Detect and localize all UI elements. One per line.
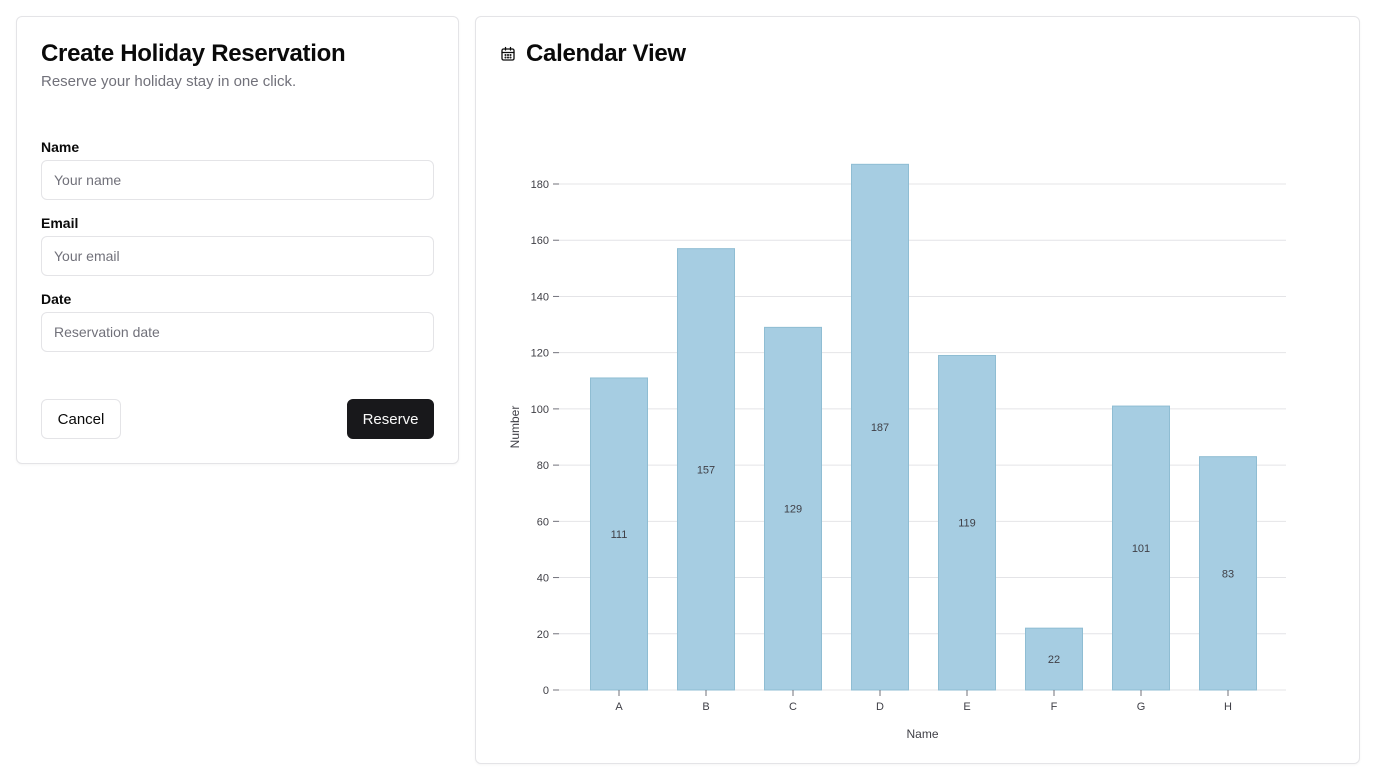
name-input[interactable]	[41, 160, 434, 200]
date-label: Date	[41, 291, 72, 307]
y-tick-label: 20	[537, 629, 549, 641]
y-tick-label: 80	[537, 460, 549, 472]
calendar-view-card: Calendar View 0 20 40 60 80 100 120 140 160 180 1…	[475, 16, 1360, 764]
name-label: Name	[41, 139, 80, 155]
bar-value-label: 83	[1222, 568, 1234, 580]
reservation-form-card: Create Holiday Reservation Reserve your …	[16, 16, 459, 464]
x-tick-label: E	[963, 701, 970, 713]
x-tick-label: C	[789, 701, 797, 713]
y-tick-label: 180	[531, 179, 549, 191]
y-tick-label: 100	[531, 404, 549, 416]
bar-value-label: 22	[1048, 654, 1060, 666]
y-tick-label: 0	[543, 685, 549, 697]
bar-value-label: 119	[958, 518, 976, 530]
x-axis: A B C D E F G H	[615, 690, 1232, 713]
reserve-button[interactable]: Reserve	[347, 399, 434, 439]
form-title: Create Holiday Reservation	[41, 40, 346, 67]
bar-value-label: 111	[611, 529, 628, 541]
x-tick-label: A	[615, 701, 623, 713]
bar-value-label: 101	[1132, 543, 1150, 555]
x-tick-label: B	[702, 701, 709, 713]
x-tick-label: H	[1224, 701, 1232, 713]
x-tick-label: G	[1137, 701, 1146, 713]
y-tick-label: 140	[531, 291, 549, 303]
bar-chart: 0 20 40 60 80 100 120 140 160 180 111 157 129 187 119…	[508, 163, 1286, 741]
y-axis-title: Number	[508, 406, 522, 449]
y-tick-label: 60	[537, 516, 549, 528]
bar-value-label: 187	[871, 422, 889, 434]
y-axis: 0 20 40 60 80 100 120 140 160 180	[531, 179, 559, 697]
x-tick-label: D	[876, 701, 884, 713]
form-description: Reserve your holiday stay in one click.	[41, 73, 297, 90]
chart-grid	[559, 183, 1286, 691]
x-tick-label: F	[1051, 701, 1058, 713]
y-tick-label: 120	[531, 348, 549, 360]
y-tick-label: 160	[531, 235, 549, 247]
chart-bars: 111 157 129 187 119 22 101 83	[590, 163, 1257, 691]
cancel-button[interactable]: Cancel	[41, 399, 121, 439]
date-input[interactable]	[41, 312, 434, 352]
bar-value-label: 129	[784, 504, 802, 516]
bar-value-label: 157	[697, 464, 715, 476]
email-input[interactable]	[41, 236, 434, 276]
email-label: Email	[41, 215, 79, 231]
y-tick-label: 40	[537, 573, 549, 585]
x-axis-title: Name	[906, 727, 938, 741]
